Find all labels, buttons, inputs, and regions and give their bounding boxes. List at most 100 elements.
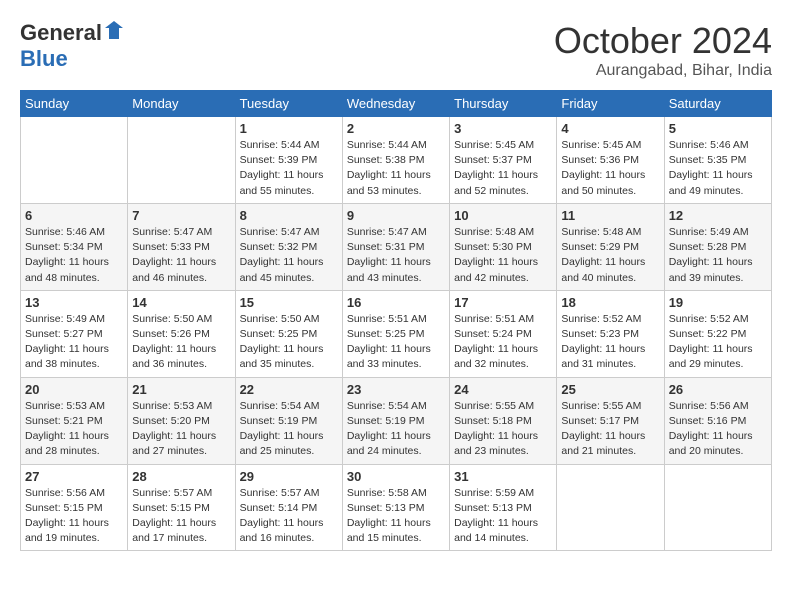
- month-title: October 2024: [554, 20, 772, 62]
- empty-cell: [664, 464, 771, 551]
- day-cell-5: 5 Sunrise: 5:46 AM Sunset: 5:35 PM Daylig…: [664, 117, 771, 204]
- day-cell-14: 14 Sunrise: 5:50 AM Sunset: 5:26 PM Dayli…: [128, 290, 235, 377]
- day-info: Sunrise: 5:46 AM Sunset: 5:34 PM Dayligh…: [25, 225, 123, 286]
- day-number: 13: [25, 295, 123, 310]
- day-number: 26: [669, 382, 767, 397]
- day-cell-2: 2 Sunrise: 5:44 AM Sunset: 5:38 PM Daylig…: [342, 117, 449, 204]
- day-number: 15: [240, 295, 338, 310]
- day-cell-21: 21 Sunrise: 5:53 AM Sunset: 5:20 PM Dayli…: [128, 377, 235, 464]
- day-info: Sunrise: 5:50 AM Sunset: 5:25 PM Dayligh…: [240, 312, 338, 373]
- day-number: 1: [240, 121, 338, 136]
- day-cell-30: 30 Sunrise: 5:58 AM Sunset: 5:13 PM Dayli…: [342, 464, 449, 551]
- day-number: 5: [669, 121, 767, 136]
- logo-general: General: [20, 20, 102, 46]
- day-info: Sunrise: 5:54 AM Sunset: 5:19 PM Dayligh…: [347, 399, 445, 460]
- day-cell-24: 24Sunrise: 5:55 AM Sunset: 5:18 PM Dayli…: [450, 377, 557, 464]
- day-cell-3: 3 Sunrise: 5:45 AM Sunset: 5:37 PM Daylig…: [450, 117, 557, 204]
- day-info: Sunrise: 5:44 AM Sunset: 5:39 PM Dayligh…: [240, 138, 338, 199]
- logo: General Blue: [20, 20, 123, 72]
- day-info: Sunrise: 5:48 AM Sunset: 5:29 PM Dayligh…: [561, 225, 659, 286]
- logo-icon: [105, 21, 123, 44]
- day-number: 17: [454, 295, 552, 310]
- day-number: 29: [240, 469, 338, 484]
- day-cell-26: 26 Sunrise: 5:56 AM Sunset: 5:16 PM Dayli…: [664, 377, 771, 464]
- day-info: Sunrise: 5:49 AM Sunset: 5:28 PM Dayligh…: [669, 225, 767, 286]
- logo-blue: Blue: [20, 46, 68, 71]
- weekday-header-sunday: Sunday: [21, 91, 128, 117]
- day-info: Sunrise: 5:58 AM Sunset: 5:13 PM Dayligh…: [347, 486, 445, 547]
- day-cell-4: 4Sunrise: 5:45 AM Sunset: 5:36 PM Daylig…: [557, 117, 664, 204]
- day-info: Sunrise: 5:45 AM Sunset: 5:37 PM Dayligh…: [454, 138, 552, 199]
- weekday-header-thursday: Thursday: [450, 91, 557, 117]
- day-info: Sunrise: 5:44 AM Sunset: 5:38 PM Dayligh…: [347, 138, 445, 199]
- day-number: 3: [454, 121, 552, 136]
- day-info: Sunrise: 5:54 AM Sunset: 5:19 PM Dayligh…: [240, 399, 338, 460]
- calendar-table: SundayMondayTuesdayWednesdayThursdayFrid…: [20, 90, 772, 551]
- day-info: Sunrise: 5:52 AM Sunset: 5:22 PM Dayligh…: [669, 312, 767, 373]
- day-number: 11: [561, 208, 659, 223]
- day-cell-25: 25Sunrise: 5:55 AM Sunset: 5:17 PM Dayli…: [557, 377, 664, 464]
- day-number: 8: [240, 208, 338, 223]
- day-cell-20: 20 Sunrise: 5:53 AM Sunset: 5:21 PM Dayli…: [21, 377, 128, 464]
- day-cell-10: 10 Sunrise: 5:48 AM Sunset: 5:30 PM Dayli…: [450, 203, 557, 290]
- day-number: 28: [132, 469, 230, 484]
- day-cell-19: 19Sunrise: 5:52 AM Sunset: 5:22 PM Dayli…: [664, 290, 771, 377]
- day-cell-11: 11 Sunrise: 5:48 AM Sunset: 5:29 PM Dayli…: [557, 203, 664, 290]
- day-number: 7: [132, 208, 230, 223]
- week-row: 1 Sunrise: 5:44 AM Sunset: 5:39 PM Daylig…: [21, 117, 772, 204]
- weekday-header-friday: Friday: [557, 91, 664, 117]
- day-info: Sunrise: 5:46 AM Sunset: 5:35 PM Dayligh…: [669, 138, 767, 199]
- day-cell-17: 17 Sunrise: 5:51 AM Sunset: 5:24 PM Dayli…: [450, 290, 557, 377]
- day-info: Sunrise: 5:47 AM Sunset: 5:32 PM Dayligh…: [240, 225, 338, 286]
- day-info: Sunrise: 5:55 AM Sunset: 5:18 PM Dayligh…: [454, 399, 552, 460]
- day-cell-13: 13 Sunrise: 5:49 AM Sunset: 5:27 PM Dayli…: [21, 290, 128, 377]
- day-cell-22: 22 Sunrise: 5:54 AM Sunset: 5:19 PM Dayli…: [235, 377, 342, 464]
- day-info: Sunrise: 5:49 AM Sunset: 5:27 PM Dayligh…: [25, 312, 123, 373]
- day-cell-15: 15 Sunrise: 5:50 AM Sunset: 5:25 PM Dayli…: [235, 290, 342, 377]
- day-number: 14: [132, 295, 230, 310]
- day-number: 31: [454, 469, 552, 484]
- day-info: Sunrise: 5:48 AM Sunset: 5:30 PM Dayligh…: [454, 225, 552, 286]
- day-info: Sunrise: 5:59 AM Sunset: 5:13 PM Dayligh…: [454, 486, 552, 547]
- day-number: 12: [669, 208, 767, 223]
- week-row: 27Sunrise: 5:56 AM Sunset: 5:15 PM Dayli…: [21, 464, 772, 551]
- day-cell-31: 31 Sunrise: 5:59 AM Sunset: 5:13 PM Dayli…: [450, 464, 557, 551]
- day-cell-28: 28Sunrise: 5:57 AM Sunset: 5:15 PM Dayli…: [128, 464, 235, 551]
- title-area: October 2024 Aurangabad, Bihar, India: [554, 20, 772, 80]
- day-info: Sunrise: 5:52 AM Sunset: 5:23 PM Dayligh…: [561, 312, 659, 373]
- day-cell-16: 16Sunrise: 5:51 AM Sunset: 5:25 PM Dayli…: [342, 290, 449, 377]
- day-info: Sunrise: 5:53 AM Sunset: 5:20 PM Dayligh…: [132, 399, 230, 460]
- day-cell-8: 8 Sunrise: 5:47 AM Sunset: 5:32 PM Daylig…: [235, 203, 342, 290]
- day-number: 30: [347, 469, 445, 484]
- day-cell-29: 29 Sunrise: 5:57 AM Sunset: 5:14 PM Dayli…: [235, 464, 342, 551]
- day-cell-27: 27Sunrise: 5:56 AM Sunset: 5:15 PM Dayli…: [21, 464, 128, 551]
- day-info: Sunrise: 5:56 AM Sunset: 5:15 PM Dayligh…: [25, 486, 123, 547]
- week-row: 6 Sunrise: 5:46 AM Sunset: 5:34 PM Daylig…: [21, 203, 772, 290]
- day-info: Sunrise: 5:47 AM Sunset: 5:33 PM Dayligh…: [132, 225, 230, 286]
- day-number: 6: [25, 208, 123, 223]
- day-number: 22: [240, 382, 338, 397]
- day-info: Sunrise: 5:53 AM Sunset: 5:21 PM Dayligh…: [25, 399, 123, 460]
- empty-cell: [557, 464, 664, 551]
- day-cell-12: 12 Sunrise: 5:49 AM Sunset: 5:28 PM Dayli…: [664, 203, 771, 290]
- day-number: 2: [347, 121, 445, 136]
- day-number: 20: [25, 382, 123, 397]
- day-cell-7: 7 Sunrise: 5:47 AM Sunset: 5:33 PM Daylig…: [128, 203, 235, 290]
- weekday-header-wednesday: Wednesday: [342, 91, 449, 117]
- day-info: Sunrise: 5:56 AM Sunset: 5:16 PM Dayligh…: [669, 399, 767, 460]
- day-number: 21: [132, 382, 230, 397]
- day-number: 10: [454, 208, 552, 223]
- weekday-header-monday: Monday: [128, 91, 235, 117]
- week-row: 20 Sunrise: 5:53 AM Sunset: 5:21 PM Dayli…: [21, 377, 772, 464]
- day-cell-6: 6 Sunrise: 5:46 AM Sunset: 5:34 PM Daylig…: [21, 203, 128, 290]
- day-cell-18: 18 Sunrise: 5:52 AM Sunset: 5:23 PM Dayli…: [557, 290, 664, 377]
- day-info: Sunrise: 5:45 AM Sunset: 5:36 PM Dayligh…: [561, 138, 659, 199]
- day-info: Sunrise: 5:51 AM Sunset: 5:24 PM Dayligh…: [454, 312, 552, 373]
- day-info: Sunrise: 5:47 AM Sunset: 5:31 PM Dayligh…: [347, 225, 445, 286]
- weekday-header-tuesday: Tuesday: [235, 91, 342, 117]
- empty-cell: [128, 117, 235, 204]
- day-info: Sunrise: 5:57 AM Sunset: 5:14 PM Dayligh…: [240, 486, 338, 547]
- day-number: 18: [561, 295, 659, 310]
- day-info: Sunrise: 5:55 AM Sunset: 5:17 PM Dayligh…: [561, 399, 659, 460]
- day-info: Sunrise: 5:50 AM Sunset: 5:26 PM Dayligh…: [132, 312, 230, 373]
